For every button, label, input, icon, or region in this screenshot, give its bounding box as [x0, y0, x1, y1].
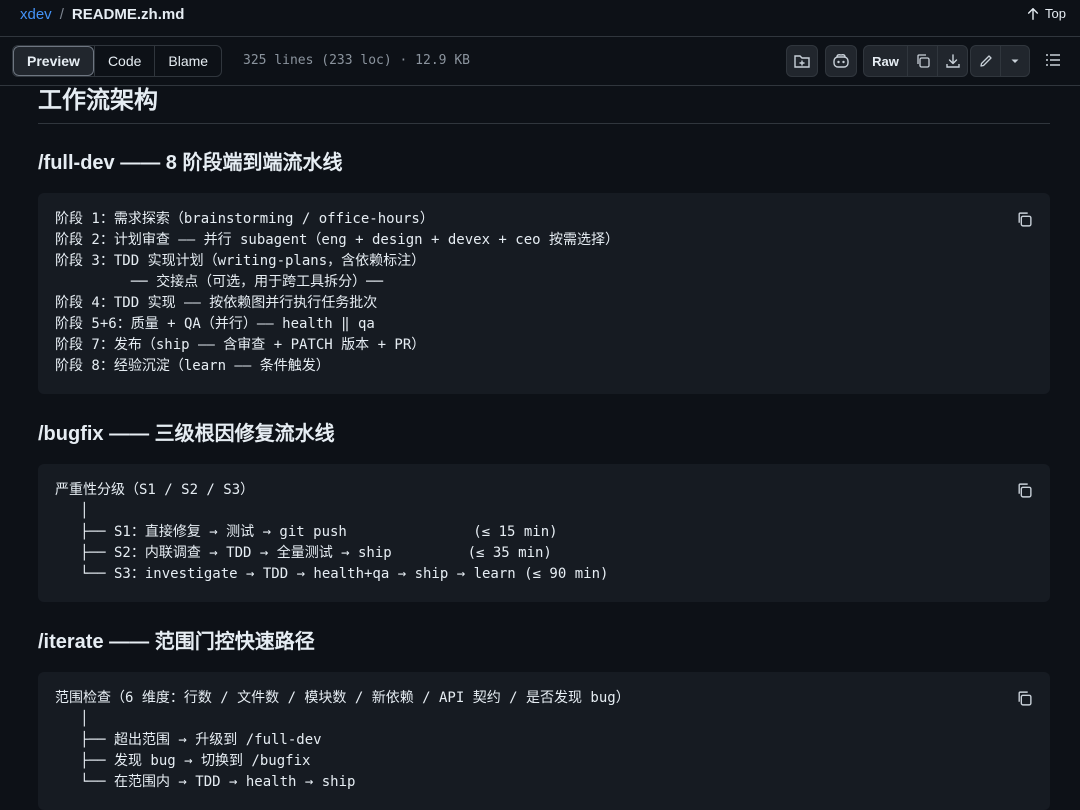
code-block-bugfix: 严重性分级（S1 / S2 / S3） │ ├── S1：直接修复 → 测试 →…	[38, 464, 1050, 602]
raw-button[interactable]: Raw	[864, 46, 907, 76]
copy-icon	[1016, 211, 1033, 228]
top-bar: xdev / README.zh.md Top	[0, 0, 1080, 37]
breadcrumb-file: README.zh.md	[71, 6, 185, 23]
copy-code-button[interactable]	[1012, 207, 1036, 231]
code-line: 范围检查（6 维度：行数 / 文件数 / 模块数 / 新依赖 / API 契约 …	[55, 690, 630, 706]
code-block-iterate: 范围检查（6 维度：行数 / 文件数 / 模块数 / 新依赖 / API 契约 …	[38, 672, 1050, 810]
code-line: 阶段 7：发布（ship —— 含审查 + PATCH 版本 + PR）	[55, 337, 426, 353]
section-title-full-dev: /full-dev —— 8 阶段端到端流水线	[38, 152, 343, 174]
download-icon	[945, 53, 961, 69]
file-meta: 325 lines (233 loc) · 12.9 KB	[243, 53, 470, 68]
copilot-icon	[832, 52, 850, 70]
edit-file-button[interactable]	[971, 46, 1000, 76]
copy-icon	[915, 53, 931, 69]
code-line: ├── S2：内联调查 → TDD → 全量测试 → ship (≤ 35 mi…	[55, 545, 552, 561]
breadcrumb-separator: /	[59, 6, 64, 23]
code-line: 阶段 8：经验沉淀（learn —— 条件触发）	[55, 358, 330, 374]
tab-preview[interactable]: Preview	[13, 46, 94, 76]
section-title-bugfix: /bugfix —— 三级根因修复流水线	[38, 423, 335, 445]
code-line: 阶段 5+6：质量 + QA（并行）—— health ‖ qa	[55, 316, 375, 332]
code-line: 阶段 2：计划审查 —— 并行 subagent（eng + design + …	[55, 232, 620, 248]
view-tabs: Preview Code Blame	[12, 45, 223, 77]
breadcrumb-repo-link[interactable]: xdev	[20, 6, 52, 23]
code-line: ├── S1：直接修复 → 测试 → git push (≤ 15 min)	[55, 524, 558, 540]
chevron-down-icon	[1009, 55, 1021, 67]
copy-icon	[1016, 690, 1033, 707]
new-file-button[interactable]	[786, 45, 818, 77]
outline-button[interactable]	[1038, 45, 1068, 75]
code-block-full-dev: 阶段 1：需求探索（brainstorming / office-hours） 阶…	[38, 193, 1050, 394]
arrow-up-icon	[1026, 7, 1040, 21]
copilot-button[interactable]	[825, 45, 857, 77]
edit-options-button[interactable]	[1000, 46, 1029, 76]
top-link-label: Top	[1045, 6, 1066, 21]
tab-code[interactable]: Code	[93, 46, 154, 76]
code-line: 严重性分级（S1 / S2 / S3）	[55, 482, 255, 498]
code-line: ├── 发现 bug → 切换到 /bugfix	[55, 753, 311, 769]
top-link[interactable]: Top	[1026, 6, 1066, 21]
pencil-icon	[978, 53, 994, 69]
copy-code-button[interactable]	[1012, 478, 1036, 502]
copy-raw-button[interactable]	[907, 46, 937, 76]
edit-group	[970, 45, 1030, 77]
code-line: │	[55, 711, 89, 727]
list-icon	[1044, 51, 1062, 69]
code-line: ├── 超出范围 → 升级到 /full-dev	[55, 732, 322, 748]
code-line: ── 交接点（可选，用于跨工具拆分）──	[55, 274, 384, 290]
new-file-icon	[793, 52, 811, 70]
copy-code-button[interactable]	[1012, 686, 1036, 710]
download-button[interactable]	[937, 46, 967, 76]
markdown-body: 工作流架构 /full-dev —— 8 阶段端到端流水线 阶段 1：需求探索（…	[38, 85, 1050, 810]
tab-blame[interactable]: Blame	[154, 46, 221, 76]
raw-label: Raw	[872, 53, 899, 69]
section-title-iterate: /iterate —— 范围门控快速路径	[38, 631, 315, 653]
code-line: │	[55, 503, 89, 519]
copy-icon	[1016, 482, 1033, 499]
file-actions-group: Raw	[863, 45, 968, 77]
doc-heading: 工作流架构	[38, 85, 1050, 124]
code-line: 阶段 1：需求探索（brainstorming / office-hours）	[55, 211, 434, 227]
code-line: └── S3：investigate → TDD → health+qa → s…	[55, 566, 609, 582]
code-line: 阶段 3：TDD 实现计划（writing-plans，含依赖标注）	[55, 253, 426, 269]
breadcrumb: xdev / README.zh.md	[20, 6, 184, 23]
code-line: 阶段 4：TDD 实现 —— 按依赖图并行执行任务批次	[55, 295, 378, 311]
file-toolbar: Preview Code Blame 325 lines (233 loc) ·…	[0, 37, 1080, 86]
